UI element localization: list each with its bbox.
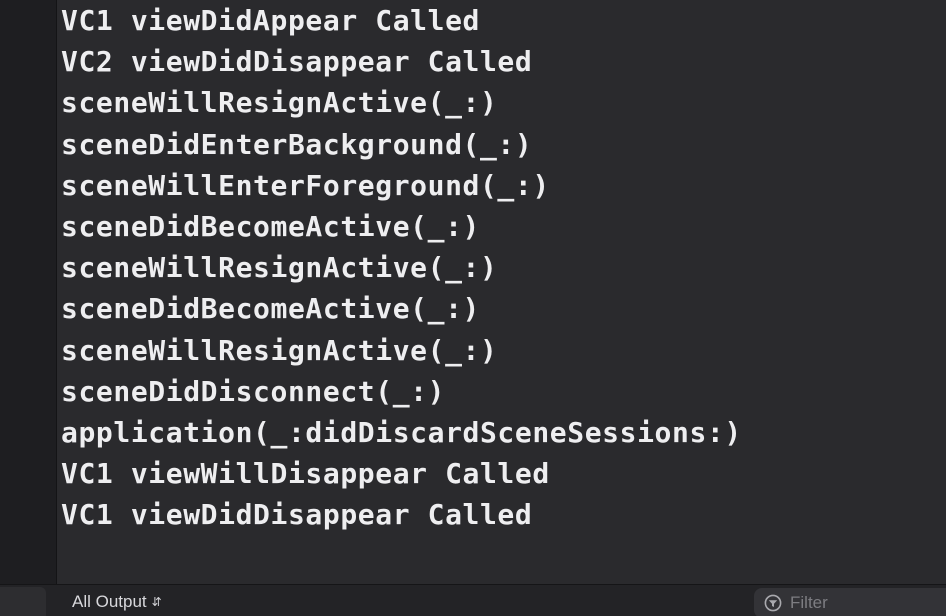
console-lines: VC1 viewDidAppear Called VC2 viewDidDisa… [61,0,742,535]
console-line: sceneWillEnterForeground(_:) [61,168,550,202]
filter-icon [764,594,782,612]
console-line: sceneDidBecomeActive(_:) [61,292,480,326]
console-footer: All Output ⇵ Filter [0,584,946,616]
output-selector[interactable]: All Output ⇵ [72,592,162,612]
console-output[interactable]: VC1 viewDidAppear Called VC2 viewDidDisa… [57,0,946,584]
left-panel [0,0,57,584]
console-line: sceneDidBecomeActive(_:) [61,209,480,243]
filter-placeholder: Filter [790,593,828,612]
console-line: sceneWillResignActive(_:) [61,333,498,367]
console-line: sceneWillResignActive(_:) [61,251,498,285]
filter-field[interactable]: Filter [754,588,946,616]
up-down-chevron-icon: ⇵ [151,595,162,609]
console-line: sceneDidDisconnect(_:) [61,374,446,408]
console-line: VC2 viewDidDisappear Called [61,45,533,79]
console-line: VC1 viewWillDisappear Called [61,457,550,491]
console-line: VC1 viewDidAppear Called [61,4,480,37]
left-panel-footer [0,587,46,616]
console-line: sceneWillResignActive(_:) [61,86,498,120]
console-line: VC1 viewDidDisappear Called [61,498,533,532]
console-line: application(_:didDiscardSceneSessions:) [61,415,742,449]
console-line: sceneDidEnterBackground(_:) [61,127,533,161]
output-selector-label: All Output [72,592,147,611]
debug-console-window: VC1 viewDidAppear Called VC2 viewDidDisa… [0,0,946,616]
